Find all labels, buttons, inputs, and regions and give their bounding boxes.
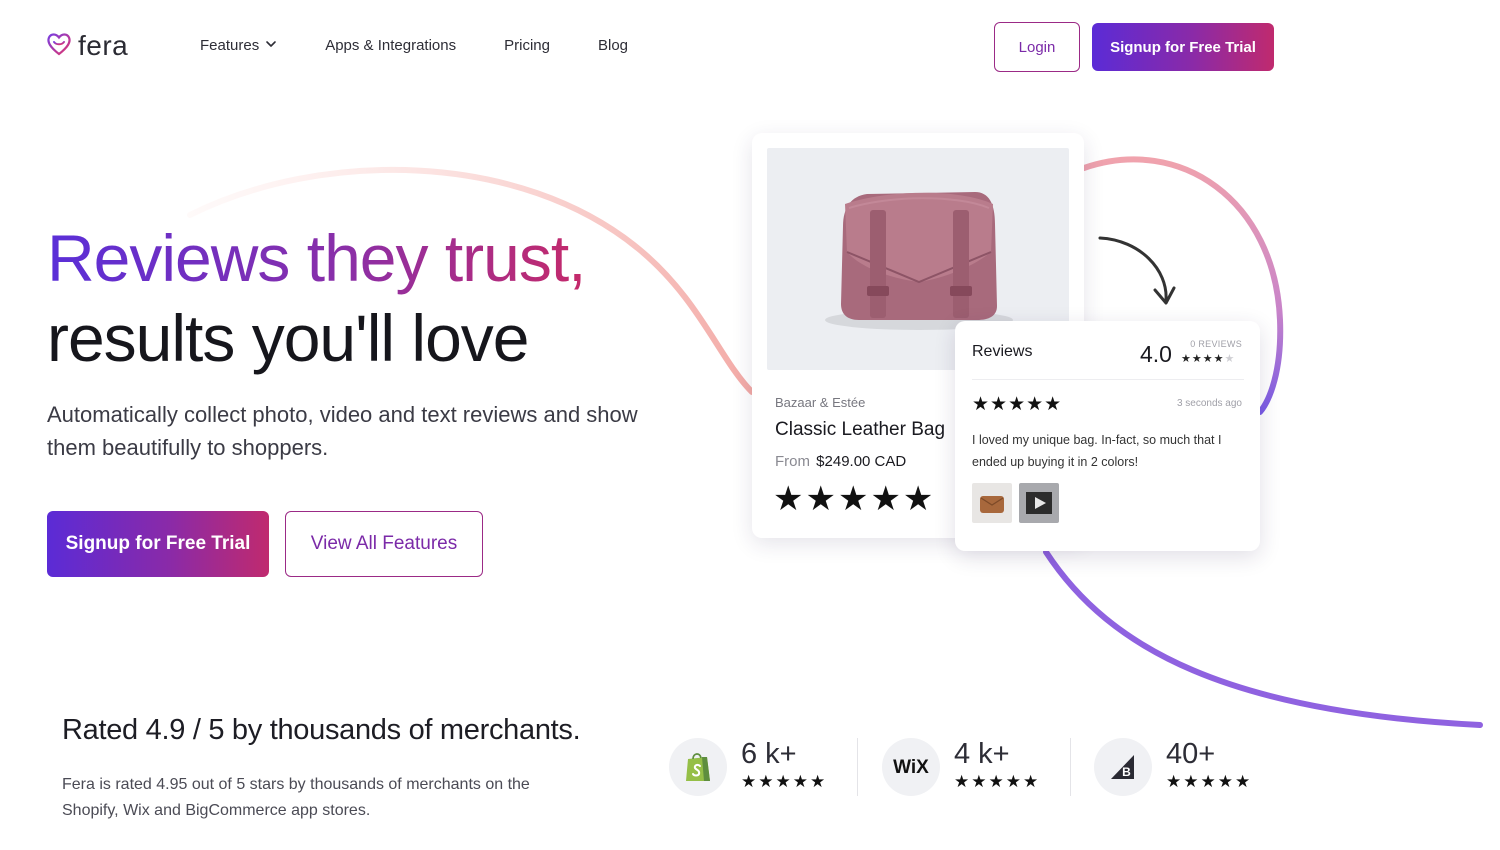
review-video-thumbnail[interactable] xyxy=(1019,483,1059,523)
divider xyxy=(1070,738,1071,796)
hero-subtitle: Automatically collect photo, video and t… xyxy=(47,402,638,460)
product-name: Classic Leather Bag xyxy=(775,419,946,440)
login-button[interactable]: Login xyxy=(994,22,1080,72)
logo-wordmark: fera xyxy=(78,30,129,61)
rated-title: Rated 4.9 / 5 by thousands of merchants. xyxy=(62,714,581,746)
platform-count: 4 k+ xyxy=(954,738,1010,770)
nav-link-pricing[interactable]: Pricing xyxy=(504,37,550,54)
platform-count: 6 k+ xyxy=(741,738,797,770)
hero-signup-button[interactable]: Signup for Free Trial xyxy=(47,511,269,577)
platform-count: 40+ xyxy=(1166,738,1216,770)
hero-title-line2: results you'll love xyxy=(47,301,529,375)
divider xyxy=(972,379,1244,380)
logo[interactable]: fera xyxy=(46,30,128,62)
nav-link-label: Pricing xyxy=(504,37,550,54)
review-timestamp: 3 seconds ago xyxy=(1176,398,1242,409)
svg-text:B: B xyxy=(1122,765,1131,779)
average-stars: ★★★★★ xyxy=(1181,353,1236,365)
nav-link-label: Blog xyxy=(597,37,629,54)
review-stars: ★★★★★ xyxy=(972,394,1063,415)
rated-subtitle: Fera is rated 4.95 out of 5 stars by tho… xyxy=(62,776,530,819)
review-photo-thumbnail[interactable] xyxy=(972,483,1012,523)
wix-icon: WiX xyxy=(882,738,940,796)
product-brand: Bazaar & Estée xyxy=(775,395,866,410)
review-text: I loved my unique bag. In-fact, so much … xyxy=(972,433,1222,469)
reviews-title: Reviews xyxy=(972,343,1033,360)
hero-title: Reviews they trust, results you'll love xyxy=(47,218,587,378)
product-rating-stars: ★★★★★ xyxy=(773,480,936,518)
divider xyxy=(857,738,858,796)
price-prefix: From xyxy=(775,453,810,470)
chevron-down-icon xyxy=(265,37,277,54)
nav-signup-button[interactable]: Signup for Free Trial xyxy=(1092,23,1274,71)
reviews-card: Reviews 4.0 0 REVIEWS ★★★★★ ★★★★★ 3 seco… xyxy=(955,321,1260,551)
review-count: 0 REVIEWS xyxy=(1190,339,1242,349)
nav-link-blog[interactable]: Blog xyxy=(598,37,628,54)
product-price: From $249.00 CAD xyxy=(775,453,906,470)
average-score: 4.0 xyxy=(1140,341,1172,367)
top-nav: fera Features Apps & Integrations Pricin… xyxy=(0,0,1500,94)
nav-link-apps-integrations[interactable]: Apps & Integrations xyxy=(325,37,456,54)
nav-links: Features Apps & Integrations Pricing Blo… xyxy=(200,37,676,54)
svg-text:WiX: WiX xyxy=(893,757,929,777)
platform-stars: ★★★★★ xyxy=(954,772,1041,791)
bigcommerce-icon: B xyxy=(1094,738,1152,796)
price-value: $249.00 CAD xyxy=(816,453,907,470)
platform-stars: ★★★★★ xyxy=(1166,772,1253,791)
nav-link-label: Features xyxy=(200,37,260,54)
platform-stars: ★★★★★ xyxy=(741,772,828,791)
nav-link-label: Apps & Integrations xyxy=(325,37,457,54)
heart-logo-icon xyxy=(46,31,72,62)
nav-link-features[interactable]: Features xyxy=(200,37,277,54)
shopify-icon xyxy=(669,738,727,796)
hero-title-line1: Reviews they trust, xyxy=(47,218,587,298)
view-all-features-button[interactable]: View All Features xyxy=(285,511,483,577)
